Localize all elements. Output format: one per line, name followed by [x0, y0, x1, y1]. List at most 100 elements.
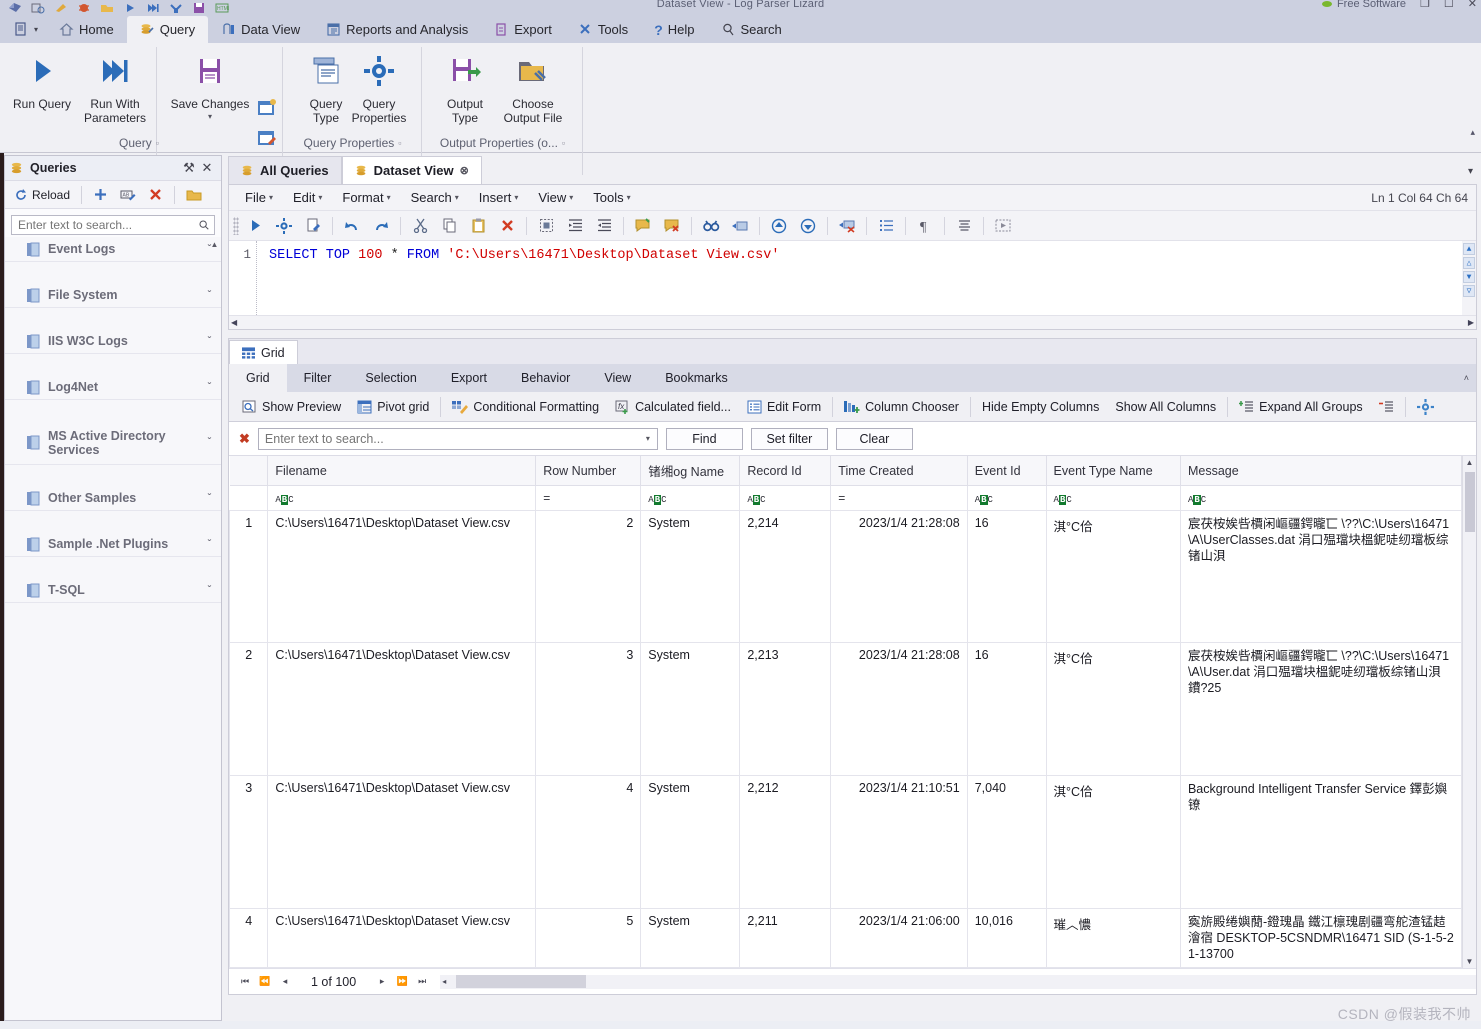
- cell-message[interactable]: 宸茯桉娭呰檟闲嶇疆鍔曨匸 \??\C:\Users\16471\A\User.d…: [1179, 642, 1463, 776]
- filter-cell-record-id[interactable]: ABC: [739, 485, 832, 511]
- editor-menu-view[interactable]: View ▾: [528, 190, 583, 205]
- grid-scroll-down-icon[interactable]: ▼: [1466, 957, 1474, 966]
- filter-cell-message[interactable]: ABC: [1179, 485, 1463, 511]
- editor-cut-button[interactable]: [406, 213, 434, 239]
- ribbon-collapse-button[interactable]: ▴: [1470, 127, 1475, 138]
- free-software-badge[interactable]: Free Software: [1321, 0, 1406, 10]
- toolbar-grip[interactable]: [233, 216, 239, 235]
- filter-cell-row-number[interactable]: =: [535, 485, 642, 511]
- cell-filename[interactable]: C:\Users\16471\Desktop\Dataset View.csv: [267, 775, 537, 909]
- editor-code-area[interactable]: 1 SELECT TOP 100 * FROM 'C:\Users\16471\…: [229, 241, 1476, 315]
- scroll-up-icon[interactable]: ▲: [210, 240, 219, 249]
- column-header-log-name[interactable]: 锗缃og Name: [640, 456, 741, 486]
- cell-event-id[interactable]: 16: [966, 642, 1047, 776]
- cell-event-type-name[interactable]: 淇°C佮: [1045, 642, 1181, 776]
- cell-event-id[interactable]: 10,016: [966, 908, 1047, 968]
- cell-filename[interactable]: C:\Users\16471\Desktop\Dataset View.csv: [267, 510, 537, 643]
- editor-menu-bar[interactable]: File ▾ Edit ▾ Format ▾ Search ▾ Insert ▾ View…: [229, 185, 1476, 211]
- nav-next-button[interactable]: ▸: [374, 976, 390, 987]
- document-tab-strip[interactable]: All Queries Dataset View ⊗ ▾: [228, 155, 1477, 184]
- cell-message[interactable]: 宸茯桉娭呰檟闲嶇疆鍔曨匸 \??\C:\Users\16471\A\UserCl…: [1179, 510, 1463, 643]
- editor-macro-button[interactable]: [989, 213, 1017, 239]
- column-header-time-created[interactable]: Time Created: [830, 456, 968, 486]
- ribbon-tab-data-view[interactable]: Data View: [208, 16, 313, 43]
- queries-item-ms-active-directory-services[interactable]: MS Active Directory Services ˇ: [5, 421, 221, 465]
- column-header-row-number[interactable]: Row Number: [535, 456, 642, 486]
- grid-horizontal-scrollbar[interactable]: ◂: [440, 974, 1476, 989]
- filter-cell-event-type-name[interactable]: ABC: [1045, 485, 1181, 511]
- cell-row-number[interactable]: 4: [535, 775, 642, 909]
- editor-menu-edit[interactable]: Edit ▾: [283, 190, 332, 205]
- grid-scroll-up-icon[interactable]: ▲: [1466, 458, 1474, 467]
- column-header-message[interactable]: Message: [1179, 456, 1463, 486]
- column-header-event-id[interactable]: Event Id: [966, 456, 1047, 486]
- cell-event-id[interactable]: 16: [966, 510, 1047, 643]
- editor-run-button[interactable]: [241, 213, 269, 239]
- editor-menu-tools[interactable]: Tools ▾: [583, 190, 640, 205]
- ribbon-tab-reports[interactable]: Reports and Analysis: [313, 16, 481, 43]
- editor-prev-bookmark-button[interactable]: [765, 213, 793, 239]
- maximize-window-button[interactable]: ☐: [1444, 0, 1454, 10]
- grid-ribbon-tab-bookmarks[interactable]: Bookmarks: [648, 364, 745, 392]
- set-filter-button[interactable]: Set filter: [750, 427, 828, 450]
- close-window-button[interactable]: ✕: [1468, 0, 1477, 10]
- editor-scroll-split-button[interactable]: △: [1463, 257, 1475, 269]
- collapse-all-groups-button[interactable]: [1371, 394, 1402, 420]
- column-header-record-id[interactable]: Record Id: [739, 456, 832, 486]
- close-panel-button[interactable]: ✕: [198, 160, 216, 176]
- nav-next-page-button[interactable]: ⏩: [394, 976, 410, 987]
- save-changes-button[interactable]: Save Changes ▾: [160, 48, 260, 121]
- column-chooser-button[interactable]: Column Chooser: [836, 394, 967, 420]
- expand-all-groups-button[interactable]: Expand All Groups: [1231, 394, 1371, 420]
- grid-ribbon-tab-behavior[interactable]: Behavior: [504, 364, 587, 392]
- queries-item-log4net[interactable]: Log4Net ˇ: [5, 375, 221, 400]
- filter-cell-time-created[interactable]: =: [830, 485, 968, 511]
- editor-menu-format[interactable]: Format ▾: [332, 190, 400, 205]
- nav-prev-page-button[interactable]: ⏪: [257, 976, 273, 987]
- editor-horizontal-scrollbar[interactable]: ◀ ▶: [229, 315, 1476, 329]
- editor-copy-button[interactable]: [435, 213, 463, 239]
- grid-ribbon-toolbar[interactable]: Show Preview Pivot grid Conditional Form…: [229, 392, 1476, 422]
- grid-scroll-thumb[interactable]: [1465, 472, 1475, 532]
- cell-row-number[interactable]: 2: [535, 510, 642, 643]
- grid-ribbon-tab-view[interactable]: View: [587, 364, 648, 392]
- run-query-button[interactable]: Run Query: [2, 48, 82, 111]
- data-grid-filter-row[interactable]: ABC = ABC ABC = ABC ABC ABC: [229, 485, 1463, 511]
- editor-scroll-up-button[interactable]: ▲: [1463, 243, 1475, 255]
- cell-event-id[interactable]: 7,040: [966, 775, 1047, 909]
- edit-form-button[interactable]: Edit Form: [739, 394, 829, 420]
- cell-time-created[interactable]: 2023/1/4 21:06:00: [830, 908, 968, 968]
- table-row[interactable]: 3 C:\Users\16471\Desktop\Dataset View.cs…: [229, 775, 1463, 909]
- run-with-parameters-button[interactable]: Run With Parameters: [75, 48, 155, 125]
- editor-outdent-button[interactable]: [590, 213, 618, 239]
- rename-query-button[interactable]: AB: [115, 184, 141, 206]
- query-properties-button[interactable]: Query Properties: [339, 48, 419, 125]
- nav-first-button[interactable]: ⏮: [237, 976, 253, 987]
- document-tab-dataset-view[interactable]: Dataset View ⊗: [341, 156, 482, 184]
- cell-row-number[interactable]: 3: [535, 642, 642, 776]
- editor-next-bookmark-button[interactable]: [794, 213, 822, 239]
- editor-menu-insert[interactable]: Insert ▾: [469, 190, 529, 205]
- show-preview-button[interactable]: Show Preview: [234, 394, 349, 420]
- ribbon-group-output-properties-dialog-launcher[interactable]: ▫: [562, 138, 565, 148]
- table-row[interactable]: 2 C:\Users\16471\Desktop\Dataset View.cs…: [229, 642, 1463, 776]
- editor-redo-button[interactable]: [367, 213, 395, 239]
- query-grid-settings-button[interactable]: [254, 95, 280, 121]
- editor-select-all-button[interactable]: [532, 213, 560, 239]
- choose-output-file-button[interactable]: Choose Output File: [493, 48, 573, 125]
- cell-log-name[interactable]: System: [640, 775, 741, 909]
- nav-last-button[interactable]: ⏭: [414, 976, 430, 987]
- editor-list-button[interactable]: [872, 213, 900, 239]
- add-query-button[interactable]: [88, 184, 113, 206]
- editor-scroll-right-button[interactable]: ▶: [1468, 318, 1474, 327]
- ribbon-tab-query[interactable]: Query: [126, 16, 209, 43]
- cell-log-name[interactable]: System: [640, 908, 741, 968]
- ribbon-group-query-properties-dialog-launcher[interactable]: ▫: [398, 138, 401, 148]
- grid-search-box[interactable]: ▾: [257, 427, 658, 450]
- document-tab-all-queries[interactable]: All Queries: [228, 156, 342, 184]
- show-all-columns-button[interactable]: Show All Columns: [1107, 394, 1224, 420]
- cell-filename[interactable]: C:\Users\16471\Desktop\Dataset View.csv: [267, 908, 537, 968]
- open-query-file-button[interactable]: [181, 184, 208, 206]
- file-menu-button[interactable]: ▾: [0, 16, 46, 43]
- editor-bookmark-button[interactable]: [726, 213, 754, 239]
